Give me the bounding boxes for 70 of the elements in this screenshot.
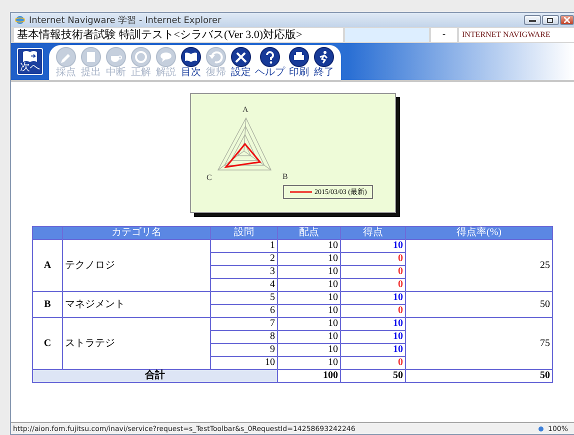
score-cell: 10 — [340, 344, 406, 356]
toolbar-button[interactable]: 終了 — [313, 47, 335, 80]
score-cell: 0 — [340, 278, 406, 292]
column-header: 得点率(%) — [406, 226, 552, 240]
rate-cell: 50 — [406, 292, 552, 318]
question-number: 2 — [210, 252, 278, 266]
points-cell: 10 — [278, 356, 340, 370]
zoom-icon — [538, 426, 544, 432]
points-cell: 10 — [278, 240, 340, 252]
minimize-icon — [529, 18, 536, 22]
score-cell: 10 — [340, 292, 406, 304]
question-number: 5 — [210, 292, 278, 304]
axis-label: B — [282, 173, 288, 181]
restore-icon — [547, 17, 554, 23]
column-header: 設問 — [210, 226, 278, 240]
points-cell: 10 — [278, 266, 340, 278]
question-number: 6 — [210, 304, 278, 318]
points-cell: 10 — [278, 278, 340, 292]
legend-line-icon — [290, 190, 312, 194]
column-header: 配点 — [278, 226, 340, 240]
category-name: マネジメント — [62, 292, 210, 318]
total-rate: 50 — [406, 370, 552, 382]
score-cell: 0 — [340, 304, 406, 318]
toolbar-button[interactable]: 印刷 — [288, 47, 310, 80]
toolbar-button[interactable]: ヘルプ — [255, 47, 285, 80]
points-cell: 10 — [278, 330, 340, 344]
rate-cell: 25 — [406, 240, 552, 292]
score-cell: 10 — [340, 330, 406, 344]
category-letter: B — [32, 292, 62, 318]
score-cell: 0 — [340, 356, 406, 370]
window-title: Internet Navigware 学習 - Internet Explorer — [29, 14, 222, 26]
points-cell: 10 — [278, 344, 340, 356]
next-button[interactable]: 次へ — [17, 48, 43, 75]
column-header: カテゴリ名 — [62, 226, 210, 240]
page-title: 基本情報技術者試験 特訓テスト<シラバス(Ver 3.0)対応版> — [14, 28, 343, 42]
category-name: テクノロジ — [62, 240, 210, 292]
toolbar-button[interactable]: 設定 — [230, 47, 252, 80]
question-number: 4 — [210, 278, 278, 292]
question-number: 1 — [210, 240, 278, 252]
score-cell: 10 — [340, 240, 406, 252]
question-number: 8 — [210, 330, 278, 344]
score-polygon-drawing — [222, 142, 262, 170]
axis-label: A — [242, 106, 248, 114]
close-icon — [564, 17, 570, 23]
browser-logo-icon — [15, 15, 25, 25]
total-points: 100 — [278, 370, 340, 382]
rate-cell: 75 — [406, 318, 552, 370]
question-number: 7 — [210, 318, 278, 330]
score-cell: 0 — [340, 266, 406, 278]
question-number: 3 — [210, 266, 278, 278]
column-header: 得点 — [340, 226, 406, 240]
separator-text: - — [431, 28, 457, 42]
points-cell: 10 — [278, 252, 340, 266]
points-cell: 10 — [278, 318, 340, 330]
header-cell — [32, 226, 62, 240]
close-button[interactable] — [560, 15, 574, 25]
score-cell: 10 — [340, 318, 406, 330]
axis-label: C — [206, 174, 212, 182]
points-cell: 10 — [278, 304, 340, 318]
restore-button[interactable] — [542, 15, 559, 25]
total-label: 合計 — [32, 370, 278, 382]
total-score: 50 — [340, 370, 406, 382]
brand-logo: INTERNET NAVIGWARE — [459, 28, 574, 42]
points-cell: 10 — [278, 292, 340, 304]
book-arrow-icon — [22, 49, 38, 63]
minimize-button[interactable] — [524, 15, 541, 25]
score-cell: 0 — [340, 252, 406, 266]
question-number: 9 — [210, 344, 278, 356]
toolbar-button[interactable]: 目次 — [180, 47, 202, 80]
category-letter: A — [32, 240, 62, 292]
